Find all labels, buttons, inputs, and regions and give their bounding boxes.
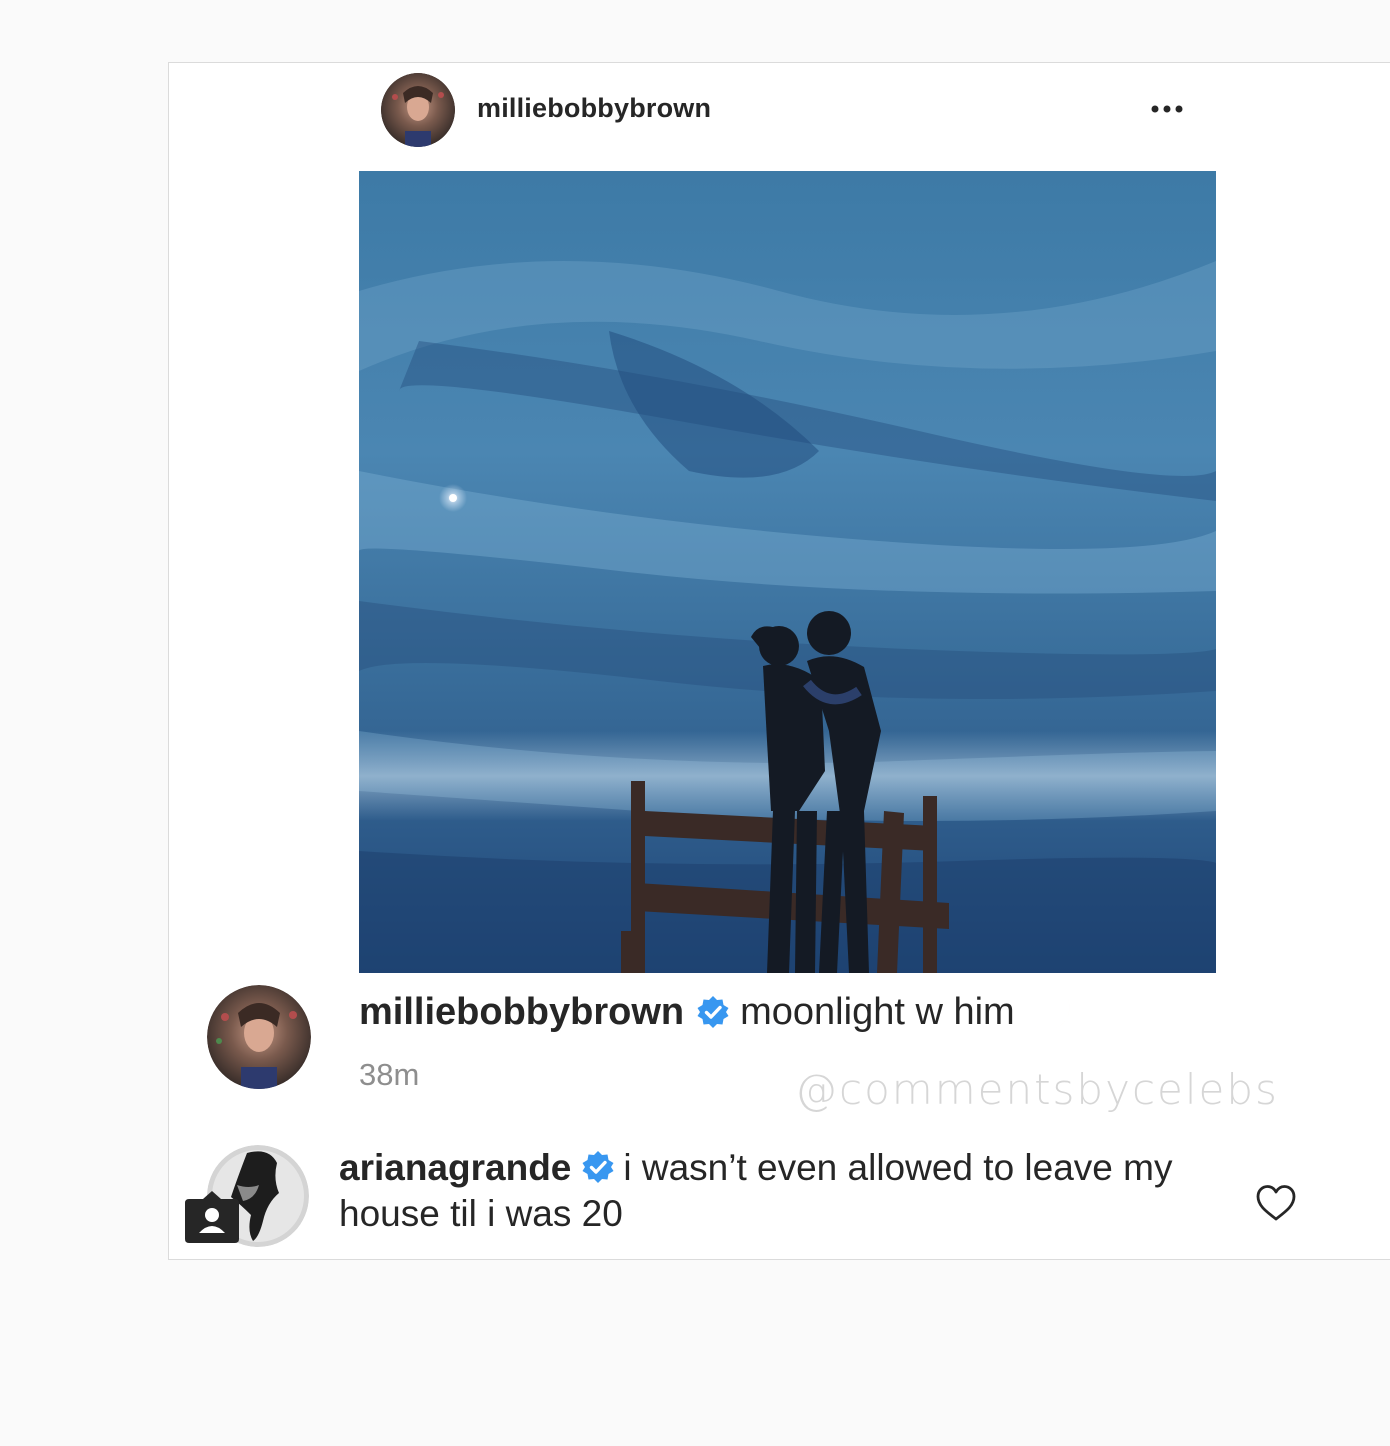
heart-icon[interactable] [1255, 1183, 1297, 1223]
caption-line: milliebobbybrown moonlight w him [359, 987, 1079, 1037]
author-avatar[interactable] [381, 73, 455, 147]
watermark: @commentsbycelebs [795, 1065, 1279, 1114]
caption-text: moonlight w him [740, 990, 1015, 1033]
comment-body: arianagrande i wasn’t even allowed to le… [339, 1145, 1219, 1237]
post-photo[interactable] [359, 171, 1216, 973]
more-options-icon[interactable] [1147, 99, 1187, 119]
verified-badge-icon [582, 1151, 614, 1183]
crescent-moon-icon [1032, 990, 1070, 1030]
post-card: milliebobbybrown milliebobbybrown moonli… [168, 62, 1390, 1260]
comment-username[interactable]: arianagrande [339, 1147, 571, 1188]
author-username[interactable]: milliebobbybrown [477, 93, 711, 124]
verified-badge-icon [697, 996, 729, 1028]
caption-username[interactable]: milliebobbybrown [359, 991, 684, 1034]
post-timestamp: 38m [359, 1057, 420, 1092]
profile-badge-icon [185, 1191, 239, 1243]
caption-author-avatar[interactable] [207, 985, 311, 1089]
